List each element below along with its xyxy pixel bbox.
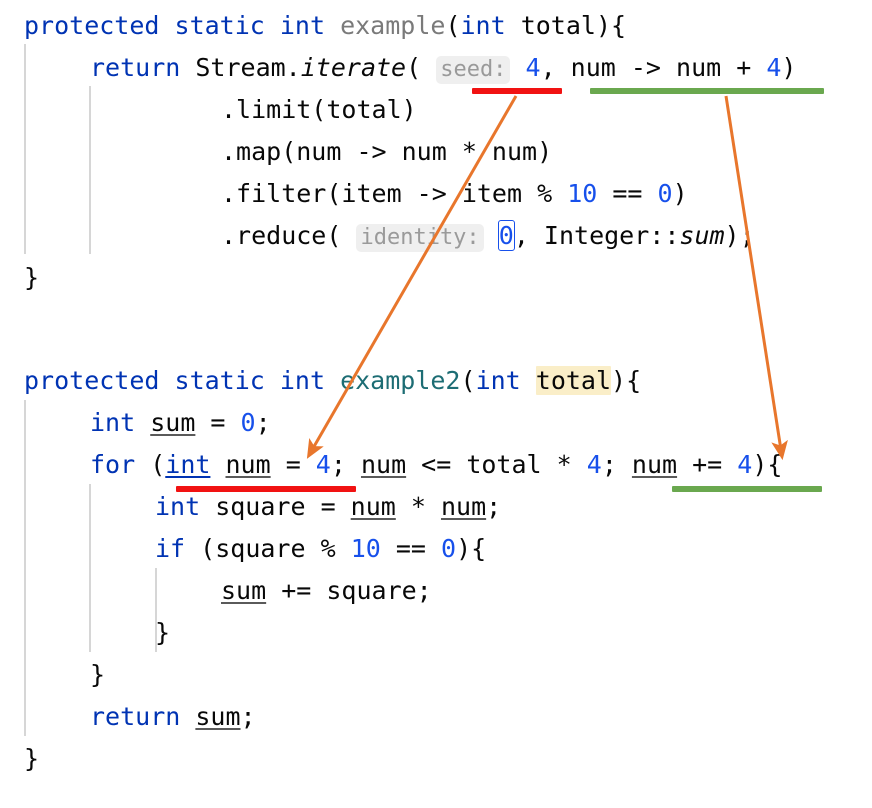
highlighted-identifier-total: total xyxy=(535,366,612,395)
code-token-keyword: int xyxy=(90,408,136,437)
code-token-keyword: if xyxy=(155,534,186,563)
parameter-hint-identity: identity: xyxy=(356,224,484,252)
code-token-number: 10 xyxy=(350,534,381,563)
code-line[interactable]: .limit(total) xyxy=(221,89,417,131)
code-line[interactable]: .reduce( identity: 0, Integer::sum); xyxy=(221,215,755,257)
code-line[interactable]: return Stream.iterate( seed: 4, num -> n… xyxy=(90,47,796,89)
code-token-number: 0 xyxy=(240,408,256,437)
code-token-variable-num: num xyxy=(225,450,271,479)
code-token-plain: .map(num -> num * num) xyxy=(221,137,553,166)
code-token-number-boxed: 0 xyxy=(497,220,515,251)
code-token-variable-num: num xyxy=(360,450,407,479)
code-token-keyword: int xyxy=(155,492,201,521)
code-line[interactable]: .map(num -> num * num) xyxy=(221,131,552,173)
code-token-plain: (square % xyxy=(185,534,351,563)
code-token-plain: <= total * xyxy=(406,450,587,479)
code-line[interactable]: } xyxy=(24,738,39,780)
code-token-punct: ( xyxy=(445,11,461,40)
code-token-method-call: iterate xyxy=(300,53,407,82)
code-line[interactable]: } xyxy=(24,257,39,299)
code-line[interactable]: protected static int example2(int total)… xyxy=(24,360,641,402)
code-token-number: 4 xyxy=(737,450,753,479)
code-token-variable-sum: sum xyxy=(221,576,267,605)
code-token-plain: == xyxy=(597,179,658,208)
code-token-method-name: example xyxy=(340,11,446,40)
code-token-brace: } xyxy=(24,263,40,292)
code-token-number: 4 xyxy=(766,53,782,82)
code-token-brace: } xyxy=(90,660,106,689)
code-token-plain: = xyxy=(270,450,316,479)
code-token-plain: .limit(total) xyxy=(221,95,417,124)
code-token-keyword: return xyxy=(90,702,181,731)
code-line[interactable]: return sum; xyxy=(90,696,256,738)
code-token-punct: ){ xyxy=(456,534,487,563)
code-block[interactable]: protected static int example(int total){… xyxy=(0,0,872,808)
code-token-keyword: return xyxy=(90,53,181,82)
code-line[interactable]: sum += square; xyxy=(221,570,432,612)
code-token-brace: } xyxy=(155,618,171,647)
code-token-variable-num: num xyxy=(440,492,487,521)
code-line[interactable]: int square = num * num; xyxy=(155,486,501,528)
code-token-number: 0 xyxy=(657,179,673,208)
code-line[interactable]: } xyxy=(155,612,170,654)
code-token-plain: * xyxy=(395,492,441,521)
code-token-plain: ; xyxy=(330,450,361,479)
code-token-variable-num: num xyxy=(631,450,678,479)
parameter-hint-seed: seed: xyxy=(436,56,511,84)
code-token-variable-sum: sum xyxy=(150,408,196,437)
code-token-number: 4 xyxy=(315,450,331,479)
code-token-param: total){ xyxy=(505,11,627,40)
code-token-number: 4 xyxy=(525,53,541,82)
code-token-plain: , Integer:: xyxy=(513,221,680,250)
code-token-punct: ){ xyxy=(752,450,783,479)
code-line[interactable]: for (int num = 4; num <= total * 4; num … xyxy=(90,444,782,486)
code-token-keyword: for xyxy=(90,450,136,479)
code-token-variable-num: num xyxy=(350,492,396,521)
code-token-plain: square = xyxy=(200,492,351,521)
code-token-plain: ( xyxy=(135,450,166,479)
code-line[interactable]: int sum = 0; xyxy=(90,402,271,444)
code-token-brace: } xyxy=(24,744,40,773)
code-line[interactable]: .filter(item -> item % 10 == 0) xyxy=(221,173,688,215)
code-token-keyword: int xyxy=(165,450,211,479)
code-token-punct: ) xyxy=(781,53,797,82)
code-token-punct: ; xyxy=(486,492,502,521)
code-token-plain: += xyxy=(677,450,738,479)
code-token-keyword: protected static int xyxy=(24,366,341,395)
code-token-method-name: example2 xyxy=(340,366,461,395)
code-token-plain: .filter(item -> item % xyxy=(221,179,568,208)
code-token-plain: Stream. xyxy=(180,53,301,82)
code-token-plain: = xyxy=(195,408,241,437)
code-token-plain: == xyxy=(380,534,442,563)
code-token-plain: , num -> num + xyxy=(540,53,767,82)
code-token-punct: ( xyxy=(460,366,476,395)
code-token-punct: ( xyxy=(406,53,437,82)
code-line[interactable]: } xyxy=(90,654,105,696)
code-token-punct: ; xyxy=(240,702,256,731)
code-token-number: 4 xyxy=(586,450,602,479)
code-token-punct: ; xyxy=(255,408,271,437)
code-token-plain: .reduce( xyxy=(221,221,357,250)
code-line[interactable]: if (square % 10 == 0){ xyxy=(155,528,486,570)
code-line[interactable]: protected static int example(int total){ xyxy=(24,5,626,47)
code-token-punct: ){ xyxy=(611,366,642,395)
code-screenshot: protected static int example(int total){… xyxy=(0,0,872,808)
code-token-punct: ) xyxy=(672,179,688,208)
code-token-method-ref: sum xyxy=(679,221,725,250)
code-token-keyword: int xyxy=(460,11,506,40)
code-token-plain: ; xyxy=(601,450,632,479)
code-token-number: 10 xyxy=(567,179,598,208)
code-token-number: 0 xyxy=(441,534,457,563)
code-token-plain: += square; xyxy=(266,576,432,605)
code-token-keyword: int xyxy=(475,366,521,395)
code-token-punct: ); xyxy=(724,221,755,250)
code-token-variable-sum: sum xyxy=(195,702,241,731)
code-token-keyword: protected static int xyxy=(24,11,341,40)
